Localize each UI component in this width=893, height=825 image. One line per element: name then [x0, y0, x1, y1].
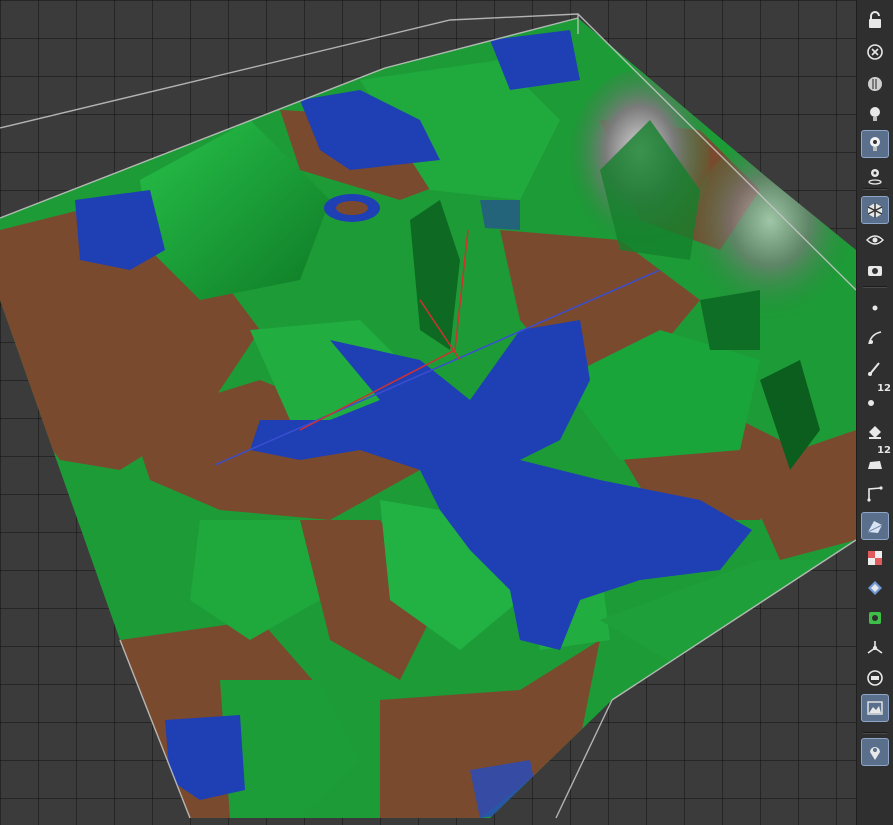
close-circle-button[interactable]: [861, 38, 889, 66]
light-sphere-icon: [866, 75, 884, 93]
corner-angle-button[interactable]: [861, 480, 889, 508]
shaded-plane-button[interactable]: [861, 512, 889, 540]
landscape-image-icon: [866, 699, 884, 717]
count-badge: 12: [877, 383, 891, 394]
brush-button[interactable]: [861, 354, 889, 382]
cube-view-icon: [866, 201, 884, 219]
diamond-layer-button[interactable]: [861, 574, 889, 602]
bulb-target-icon: [866, 167, 884, 185]
checker-texture-button[interactable]: [861, 544, 889, 572]
light-sphere-button[interactable]: [861, 70, 889, 98]
location-pin-button[interactable]: [861, 738, 889, 766]
green-gear-icon: [866, 609, 884, 627]
green-gear-button[interactable]: [861, 604, 889, 632]
face-count-button[interactable]: 12: [861, 445, 891, 476]
eye-view-icon: [866, 231, 884, 249]
landscape-image-button[interactable]: [861, 694, 889, 722]
lock-icon: [866, 11, 884, 29]
toolbar-separator: [863, 732, 887, 734]
right-toolbar: 12 12: [856, 0, 893, 825]
toolbar-separator: [863, 286, 887, 288]
corner-angle-icon: [866, 485, 884, 503]
toolbar-separator: [863, 188, 887, 190]
axis-gizmo-icon: [866, 639, 884, 657]
point-icon: [866, 299, 884, 317]
bulb-button[interactable]: [861, 100, 889, 128]
curve-point-button[interactable]: [861, 324, 889, 352]
diamond-layer-icon: [866, 579, 884, 597]
count-badge: 12: [877, 445, 891, 456]
terrain-surface: [0, 18, 856, 818]
point-button[interactable]: [861, 294, 889, 322]
eye-view-button[interactable]: [861, 226, 889, 254]
3d-viewport[interactable]: [0, 0, 856, 825]
brush-icon: [866, 359, 884, 377]
location-pin-icon: [866, 743, 884, 761]
checker-texture-icon: [866, 549, 884, 567]
camera-eye-button[interactable]: [861, 256, 889, 284]
close-circle-icon: [866, 43, 884, 61]
axis-gizmo-button[interactable]: [861, 634, 889, 662]
camera-eye-icon: [866, 261, 884, 279]
circle-stop-button[interactable]: [861, 664, 889, 692]
curve-point-icon: [866, 329, 884, 347]
bulb-icon: [866, 105, 884, 123]
lock-button[interactable]: [861, 6, 889, 34]
terrain-render[interactable]: [0, 0, 856, 825]
bulb-target-button[interactable]: [861, 162, 889, 190]
point-count-button[interactable]: 12: [861, 383, 891, 414]
bulb-camera-icon: [866, 135, 884, 153]
paint-bucket-button[interactable]: [861, 418, 889, 446]
shaded-plane-icon: [866, 517, 884, 535]
bulb-camera-button[interactable]: [861, 130, 889, 158]
paint-bucket-icon: [866, 423, 884, 441]
cube-view-button[interactable]: [861, 196, 889, 224]
circle-stop-icon: [866, 669, 884, 687]
